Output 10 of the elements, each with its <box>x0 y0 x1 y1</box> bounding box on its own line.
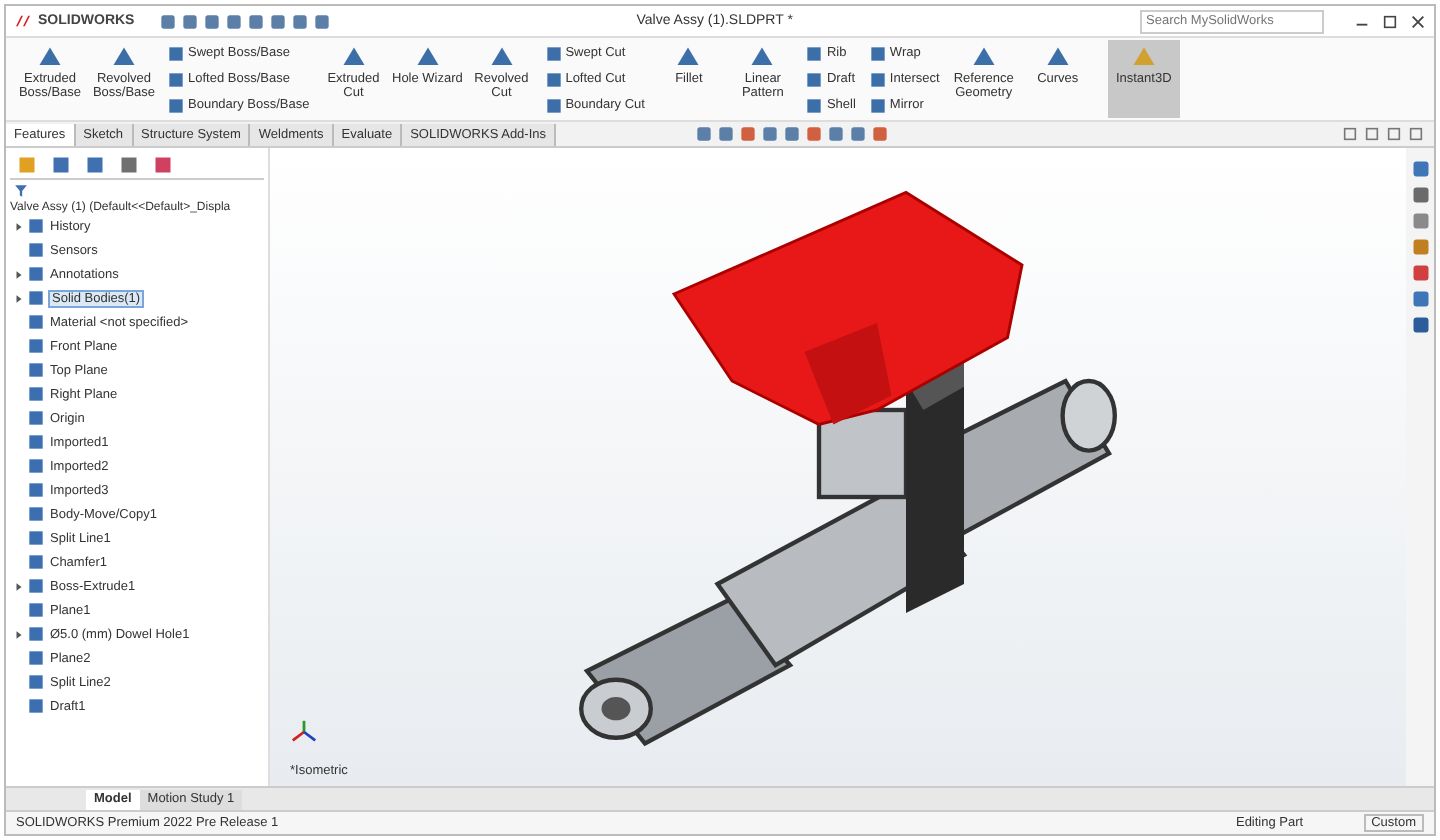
expand-arrow-icon[interactable] <box>14 221 24 231</box>
expand-arrow-icon[interactable] <box>14 581 24 591</box>
expand-arrow-icon[interactable] <box>14 269 24 279</box>
close-icon[interactable] <box>1410 13 1426 29</box>
axis-triad-icon <box>290 718 318 746</box>
expand-arrow-icon[interactable] <box>14 629 24 639</box>
maximize-icon[interactable] <box>1382 13 1398 29</box>
filter-icon[interactable] <box>14 184 28 198</box>
logo-icon <box>14 14 32 28</box>
expand-arrow-icon[interactable] <box>14 293 24 303</box>
